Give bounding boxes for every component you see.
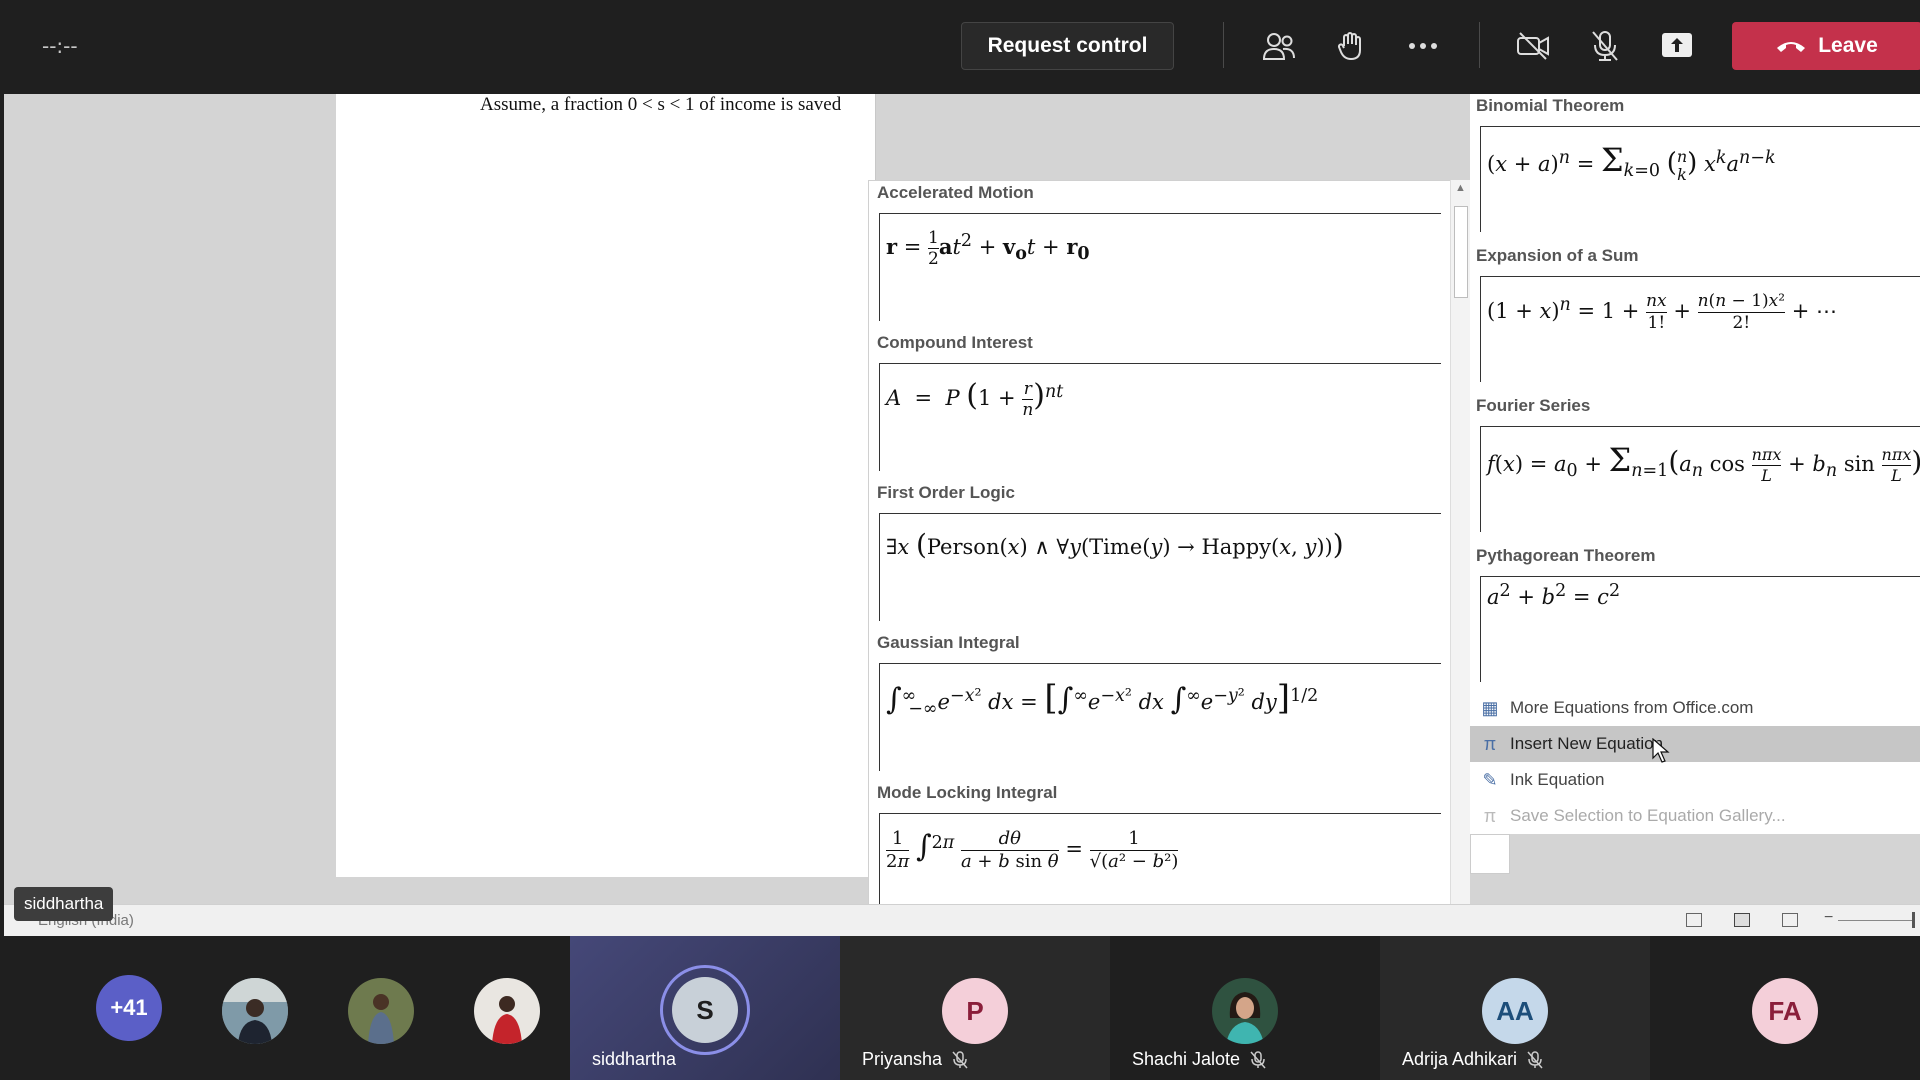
equation-item-fourier-series[interactable]: f(x) = a0 + Σn=1(an cos nπx L + bn sin nπ…: [1480, 426, 1920, 532]
menu-item-label: Save Selection to Equation Gallery...: [1510, 806, 1786, 825]
equation-title: First Order Logic: [877, 483, 1015, 502]
participant-photo-avatar[interactable]: [474, 978, 540, 1044]
toolbar-divider: [1479, 22, 1480, 68]
menu-item-label: More Equations from Office.com: [1510, 698, 1754, 717]
scroll-up-icon[interactable]: ▲: [1455, 182, 1466, 194]
raise-hand-icon[interactable]: [1331, 26, 1371, 66]
equation-title: Gaussian Integral: [877, 633, 1020, 652]
zoom-slider[interactable]: [1838, 920, 1914, 921]
menu-resize-stub: [1470, 834, 1510, 874]
meeting-timer: --:--: [42, 34, 78, 58]
menu-item-ink-equation[interactable]: ✎ Ink Equation: [1470, 762, 1920, 798]
people-icon[interactable]: [1259, 26, 1299, 66]
equation-item-gaussian-integral[interactable]: ∫∞−∞e−x² dx = [∫∞e−x² dx ∫∞e−y² dy]1/2: [879, 663, 1441, 771]
equation-title: Fourier Series: [1476, 396, 1591, 415]
gallery-scrollbar[interactable]: ▲ ▼: [1450, 180, 1470, 936]
equation-formula: r = 1 2 at2 + vot + r0: [886, 228, 1090, 269]
print-layout-icon[interactable]: [1734, 913, 1750, 927]
ink-equation-icon: ✎: [1482, 769, 1498, 790]
equation-gallery-left: Accelerated Motion r = 1 2 at2 + vot + r0 …: [868, 180, 1452, 936]
participant-tile-shachi-jalote[interactable]: Shachi Jalote: [1110, 936, 1380, 1080]
participant-avatar: S: [672, 977, 738, 1043]
equation-formula: ∃x (Person(x) ∧ ∀y(Time(y) → Happy(x, y)…: [886, 528, 1344, 561]
mouse-cursor-icon: [1652, 738, 1670, 763]
equation-item-expansion-of-a-sum[interactable]: (1 + x)n = 1 + nx 1! + n(n − 1)x² 2! + ⋯: [1480, 276, 1920, 382]
scrollbar-thumb[interactable]: [1454, 206, 1468, 298]
menu-item-insert-new-equation[interactable]: π Insert New Equation: [1470, 726, 1920, 762]
shared-screen: Assume, a fraction 0 < s < 1 of income i…: [4, 94, 1920, 936]
participant-photo-avatar[interactable]: [348, 978, 414, 1044]
mic-off-icon[interactable]: [1585, 26, 1625, 66]
document-text-line: Assume, a fraction 0 < s < 1 of income i…: [480, 94, 842, 115]
menu-item-label: Insert New Equation: [1510, 734, 1664, 753]
document-page: Assume, a fraction 0 < s < 1 of income i…: [336, 94, 876, 877]
equation-formula: a2 + b2 = c2: [1487, 581, 1621, 609]
read-mode-icon[interactable]: [1686, 913, 1702, 927]
mic-muted-icon: [1250, 1050, 1266, 1068]
equation-formula: 1 2π ∫2π dθ a + b sin θ = 1 √(a² − b²): [886, 828, 1179, 872]
menu-item-label: Ink Equation: [1510, 770, 1605, 789]
equation-title: Pythagorean Theorem: [1476, 546, 1656, 565]
equation-item-accelerated-motion[interactable]: r = 1 2 at2 + vot + r0: [879, 213, 1441, 321]
equation-item-first-order-logic[interactable]: ∃x (Person(x) ∧ ∀y(Time(y) → Happy(x, y)…: [879, 513, 1441, 621]
participant-name: Priyansha: [862, 1049, 968, 1070]
share-screen-icon[interactable]: [1657, 26, 1697, 66]
meeting-toolbar: --:-- Request control Leave: [0, 0, 1920, 94]
participant-avatar: FA: [1752, 978, 1818, 1044]
equation-formula: (x + a)n = Σk=0 (n k) xkan−k: [1487, 141, 1776, 184]
equation-item-compound-interest[interactable]: A = P (1 + r n)nt: [879, 363, 1441, 471]
participant-tile-adrija-adhikari[interactable]: AA Adrija Adhikari: [1380, 936, 1650, 1080]
participant-photo-avatar[interactable]: [222, 978, 288, 1044]
web-layout-icon[interactable]: [1782, 913, 1798, 927]
overflow-participants-avatar[interactable]: +41: [96, 975, 162, 1041]
participant-tile-siddhartha[interactable]: S siddhartha: [570, 936, 840, 1080]
equation-formula: (1 + x)n = 1 + nx 1! + n(n − 1)x² 2! + ⋯: [1487, 291, 1838, 333]
mic-muted-icon: [952, 1050, 968, 1068]
equation-title: Mode Locking Integral: [877, 783, 1058, 802]
participant-name: Adrija Adhikari: [1402, 1049, 1543, 1070]
zoom-out-icon[interactable]: −: [1824, 909, 1833, 927]
participant-avatar: AA: [1482, 978, 1548, 1044]
zoom-slider-thumb[interactable]: [1912, 912, 1915, 928]
office-globe-icon: ▦: [1481, 697, 1499, 718]
equation-item-pythagorean-theorem[interactable]: a2 + b2 = c2: [1480, 576, 1920, 682]
leave-label: Leave: [1818, 34, 1878, 57]
camera-off-icon[interactable]: [1513, 26, 1553, 66]
equation-title: Accelerated Motion: [877, 183, 1034, 202]
more-options-icon[interactable]: [1403, 26, 1443, 66]
participant-tile-priyansha[interactable]: P Priyansha: [840, 936, 1110, 1080]
word-status-bar: English (India) −: [4, 904, 1920, 936]
equation-formula: f(x) = a0 + Σn=1(an cos nπx L + bn sin nπ…: [1487, 441, 1920, 485]
save-equation-icon: π: [1483, 805, 1497, 826]
menu-item-save-selection: π Save Selection to Equation Gallery...: [1470, 798, 1920, 834]
participant-avatar: P: [942, 978, 1008, 1044]
toolbar-divider: [1223, 22, 1224, 68]
participant-tile-fa[interactable]: FA: [1650, 936, 1920, 1080]
equation-gallery-right: Binomial Theorem (x + a)n = Σk=0 (n k) xk…: [1470, 94, 1920, 784]
equation-context-menu: ▦ More Equations from Office.com π Inser…: [1470, 690, 1920, 834]
leave-button[interactable]: Leave: [1732, 22, 1920, 70]
participant-name: Shachi Jalote: [1132, 1049, 1266, 1070]
equation-title: Binomial Theorem: [1476, 96, 1625, 115]
participant-photo-avatar: [1212, 978, 1278, 1044]
equation-item-binomial-theorem[interactable]: (x + a)n = Σk=0 (n k) xkan−k: [1480, 126, 1920, 232]
equation-formula: A = P (1 + r n)nt: [886, 378, 1064, 420]
menu-item-more-equations[interactable]: ▦ More Equations from Office.com: [1470, 690, 1920, 726]
presenter-name-tag: siddhartha: [14, 887, 114, 921]
mic-muted-icon: [1527, 1050, 1543, 1068]
equation-title: Compound Interest: [877, 333, 1033, 352]
participant-name: siddhartha: [592, 1049, 677, 1069]
pi-icon: π: [1483, 733, 1497, 754]
equation-title: Expansion of a Sum: [1476, 246, 1639, 265]
phone-hangup-icon: [1777, 42, 1806, 52]
request-control-button[interactable]: Request control: [961, 22, 1174, 70]
equation-formula: ∫∞−∞e−x² dx = [∫∞e−x² dx ∫∞e−y² dy]1/2: [886, 678, 1319, 720]
participant-strip: +41 S siddhartha P Priyansha Shachi Jalo…: [0, 936, 1920, 1080]
